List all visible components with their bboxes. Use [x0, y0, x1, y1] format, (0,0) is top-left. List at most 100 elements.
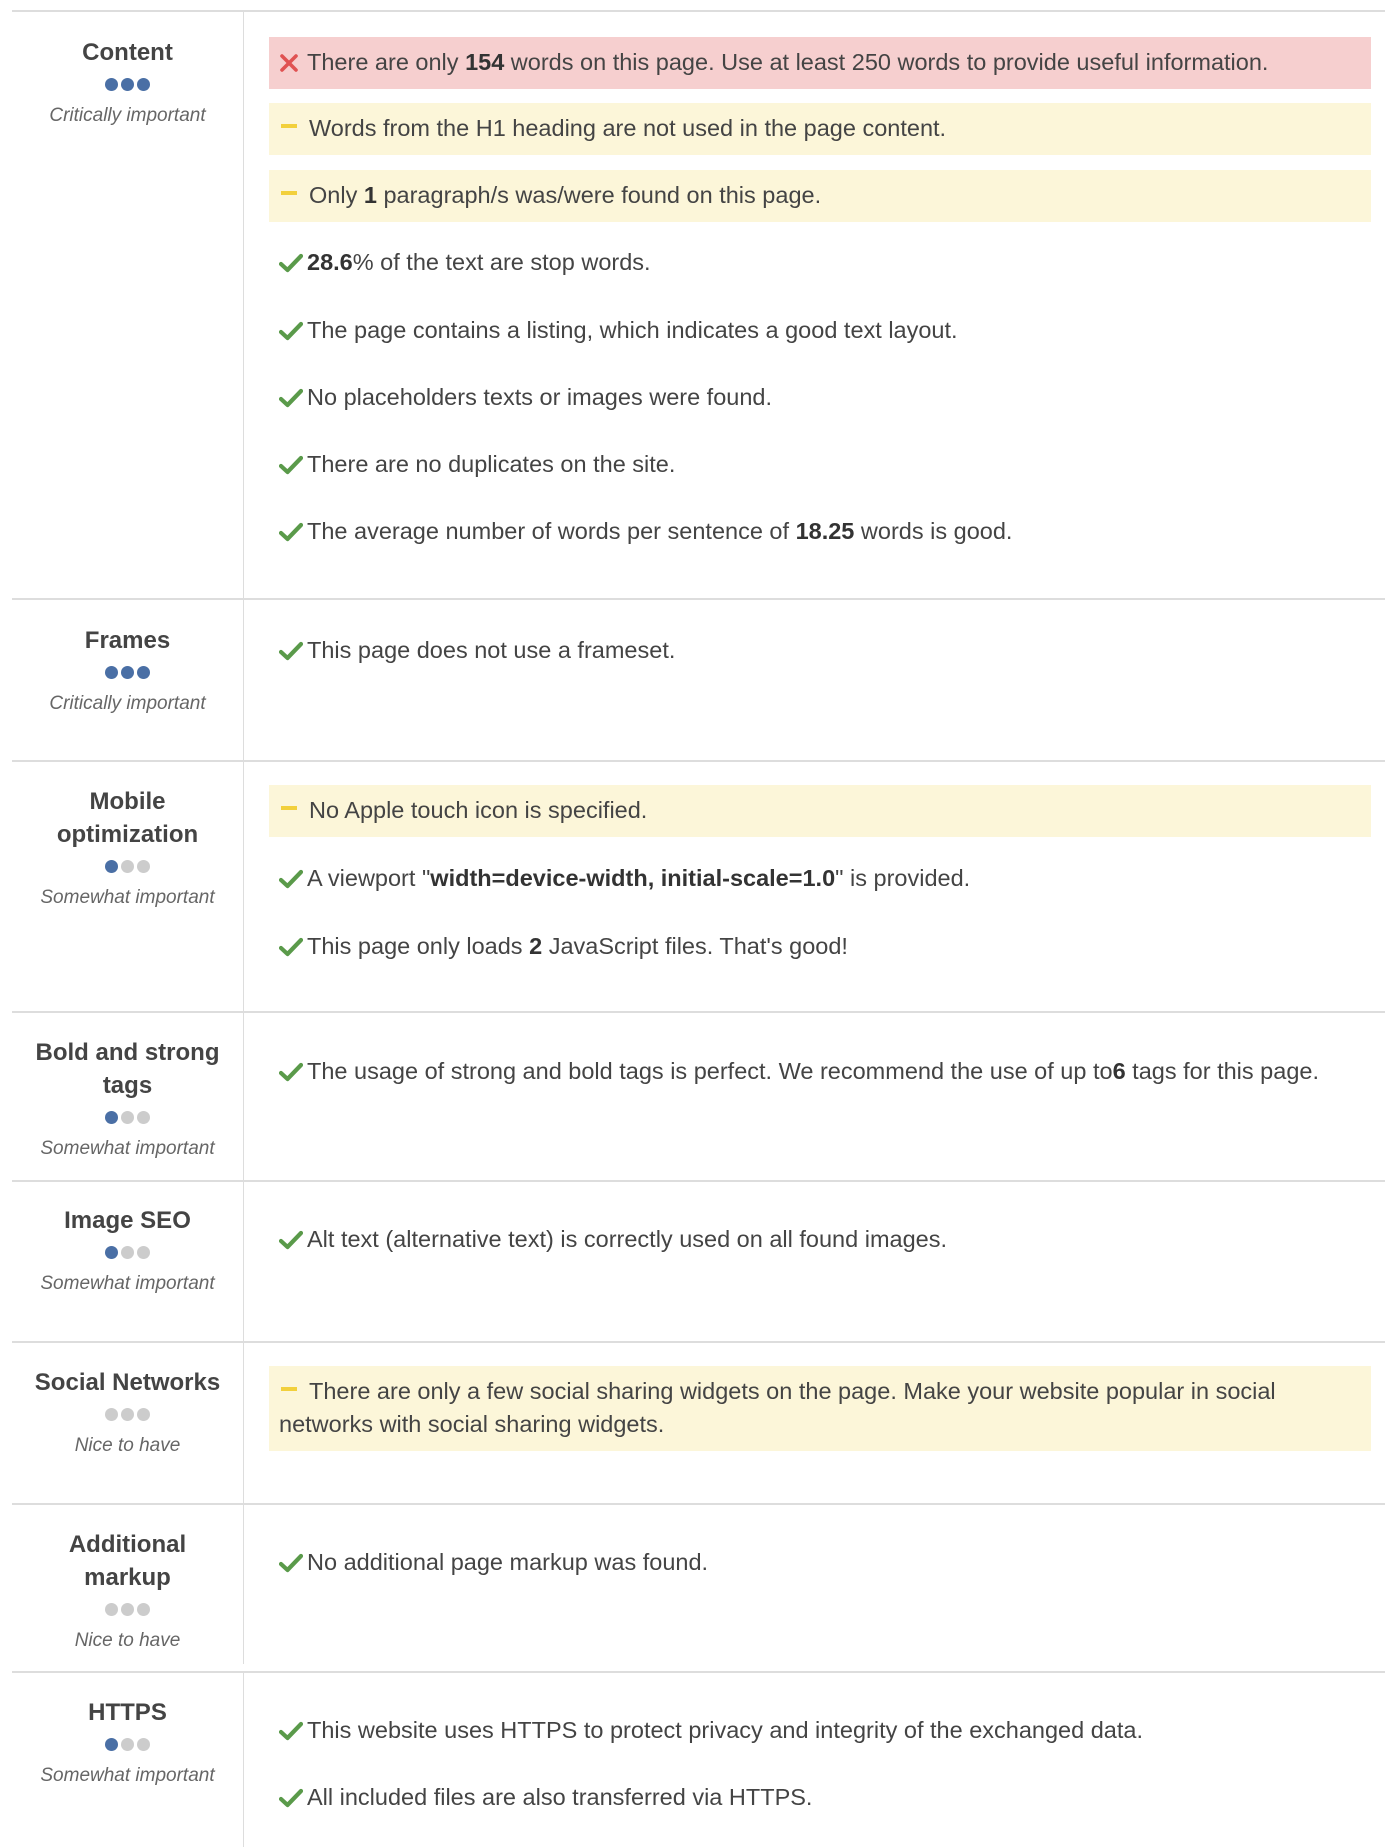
importance-label: Nice to have	[74, 1435, 181, 1456]
importance-dot	[105, 78, 118, 91]
message-text: paragraph/s was/were found on this page.	[376, 182, 822, 208]
section-label: Social Networks Nice to have	[12, 1366, 243, 1458]
checkmark-icon	[279, 448, 307, 481]
message-text: There are only a few social sharing widg…	[279, 1378, 1276, 1437]
section-title: Additional markup	[12, 1528, 243, 1594]
checkmark-icon	[279, 246, 307, 279]
error-message: There are only 154 words on this page. U…	[269, 37, 1371, 89]
message-text: words on this page. Use at least 250 wor…	[504, 49, 1269, 75]
importance-dots	[12, 1738, 243, 1754]
section-label: HTTPS Somewhat important	[12, 1696, 243, 1788]
importance-dot	[121, 1603, 134, 1616]
importance-dot	[121, 1408, 134, 1421]
importance-dot	[137, 1246, 150, 1259]
importance-dot	[105, 666, 118, 679]
message-text: No additional page markup was found.	[307, 1549, 709, 1575]
importance-dot	[137, 1603, 150, 1616]
section-label: Additional markup Nice to have	[12, 1528, 243, 1653]
message-text: The page contains a listing, which indic…	[307, 317, 958, 343]
column-divider	[243, 1503, 244, 1664]
section-title-line: Additional	[68, 1531, 187, 1558]
message-value: 2	[529, 933, 543, 959]
column-divider	[243, 598, 244, 760]
message-text: This page only loads	[307, 933, 530, 959]
message-text: Only	[309, 182, 364, 208]
ok-message: This website uses HTTPS to protect priva…	[269, 1705, 1371, 1757]
section-title: HTTPS	[12, 1696, 243, 1729]
column-divider	[243, 1011, 244, 1180]
importance-label: Critically important	[49, 105, 206, 126]
column-divider	[243, 1341, 244, 1503]
ok-message: No placeholders texts or images were fou…	[269, 372, 1371, 424]
importance-dot	[137, 1408, 150, 1421]
message-text: A viewport "	[307, 865, 431, 891]
cross-icon	[279, 46, 307, 79]
column-divider	[243, 10, 244, 598]
checkmark-icon	[279, 1055, 307, 1088]
checkmark-icon	[279, 862, 307, 895]
section-title: Image SEO	[12, 1204, 243, 1237]
section-title-line: Bold and strong	[35, 1039, 220, 1066]
importance-dot	[105, 1246, 118, 1259]
importance-dots	[12, 1246, 243, 1262]
message-value: width=device-width, initial-scale=1.0	[430, 865, 836, 891]
dash-icon	[281, 124, 297, 128]
section-title: Content	[12, 36, 243, 69]
section-label: Content Critically important	[12, 36, 243, 128]
importance-dot	[105, 1603, 118, 1616]
ok-message: There are no duplicates on the site.	[269, 439, 1371, 491]
warning-message: Words from the H1 heading are not used i…	[269, 103, 1371, 155]
section-title-line: Mobile	[89, 788, 166, 815]
warning-message: Only 1 paragraph/s was/were found on thi…	[269, 170, 1371, 222]
checkmark-icon	[279, 1223, 307, 1256]
warning-message: No Apple touch icon is specified.	[269, 785, 1371, 837]
section-title-line: markup	[84, 1564, 171, 1591]
section-divider	[12, 1341, 1385, 1343]
message-text: The average number of words per sentence…	[307, 518, 796, 544]
importance-dot	[105, 1408, 118, 1421]
message-text: Words from the H1 heading are not used i…	[309, 115, 947, 141]
section-title-line: Content	[82, 39, 173, 66]
message-text: JavaScript files. That's good!	[542, 933, 848, 959]
section-divider	[12, 760, 1385, 762]
section-title-line: optimization	[56, 821, 199, 848]
message-text: No Apple touch icon is specified.	[309, 797, 648, 823]
ok-message: A viewport "width=device-width, initial-…	[269, 853, 1371, 905]
column-divider	[243, 1671, 244, 1847]
checkmark-icon	[279, 634, 307, 667]
section-divider	[12, 1671, 1385, 1673]
importance-dot	[137, 1111, 150, 1124]
checkmark-icon	[279, 1546, 307, 1579]
message-value: 18.25	[795, 518, 855, 544]
message-text: % of the text are stop words.	[352, 249, 651, 275]
message-text: " is provided.	[835, 865, 971, 891]
section-title-line: Social Networks	[34, 1369, 221, 1396]
ok-message: The average number of words per sentence…	[269, 506, 1371, 558]
importance-label: Somewhat important	[40, 1765, 215, 1786]
checkmark-icon	[279, 1714, 307, 1747]
importance-dots	[12, 78, 243, 94]
section-title-line: Frames	[84, 627, 171, 654]
message-value: 1	[363, 182, 377, 208]
column-divider	[243, 1180, 244, 1341]
importance-dots	[12, 1603, 243, 1619]
importance-dot	[121, 666, 134, 679]
checkmark-icon	[279, 515, 307, 548]
importance-dot	[137, 78, 150, 91]
dash-icon	[281, 1387, 297, 1391]
ok-message: The page contains a listing, which indic…	[269, 305, 1371, 357]
ok-message: 28.6% of the text are stop words.	[269, 237, 1371, 289]
section-title: Bold and strong tags	[12, 1036, 243, 1102]
importance-label: Somewhat important	[40, 1138, 215, 1159]
importance-dot	[137, 860, 150, 873]
message-text: No placeholders texts or images were fou…	[307, 384, 773, 410]
section-divider	[12, 1011, 1385, 1013]
section-title: Social Networks	[12, 1366, 243, 1399]
checkmark-icon	[279, 1781, 307, 1814]
message-text: words is good.	[854, 518, 1013, 544]
ok-message: This page only loads 2 JavaScript files.…	[269, 921, 1371, 973]
checkmark-icon	[279, 930, 307, 963]
importance-dot	[121, 78, 134, 91]
section-divider	[12, 1180, 1385, 1182]
dash-icon	[281, 806, 297, 810]
